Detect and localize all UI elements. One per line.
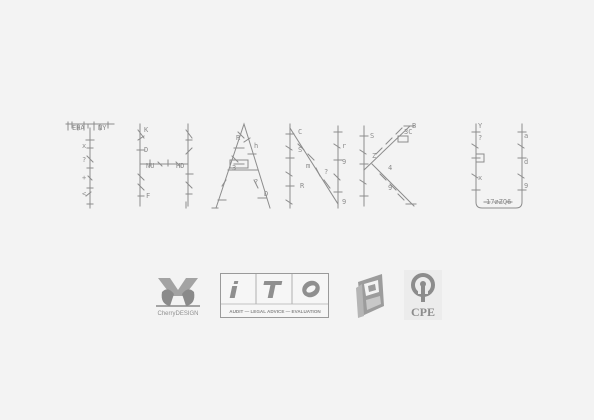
svg-text:<: < [82,190,86,198]
svg-text:Z: Z [372,152,376,160]
svg-text:x: x [478,174,482,182]
svg-text:d: d [524,158,528,166]
svg-text:+: + [82,174,86,182]
svg-text:NU: NU [146,162,154,170]
svg-text:?: ? [478,134,482,142]
letter-n [285,123,343,209]
cherry-design-logo: CherryDESIGN [156,278,200,317]
letter-a [211,122,271,209]
svg-text:S: S [298,146,302,154]
svg-text:9: 9 [342,158,346,166]
svg-text:m: m [306,162,310,170]
thank-you-slide: THANK U [0,0,594,420]
svg-text:NY: NY [98,124,107,132]
svg-text:D: D [264,190,268,198]
svg-text:9: 9 [342,198,346,206]
svg-text:EHA: EHA [72,124,85,132]
svg-text:Y: Y [478,122,483,130]
svg-text:?: ? [254,178,258,186]
svg-text:C: C [298,128,302,136]
svg-text:F: F [146,192,150,200]
letter-t [65,121,115,209]
ito-caption: AUDIT — LEGAL ADVICE — EVALUATION [229,309,321,314]
svg-text:HD: HD [176,162,184,170]
ito-logo: AUDIT — LEGAL ADVICE — EVALUATION [220,273,329,318]
svg-text:r: r [342,142,346,150]
svg-text:9: 9 [524,182,528,190]
svg-text:9: 9 [388,184,392,192]
svg-text:x: x [82,142,86,150]
svg-text:h: h [254,142,258,150]
svg-text:B: B [412,122,416,130]
svg-text:4: 4 [388,164,392,172]
svg-text:D: D [144,146,148,154]
cherry-design-text: CherryDESIGN [157,311,198,317]
svg-text:17zZQ6: 17zZQ6 [486,198,511,206]
svg-text:R: R [300,182,305,190]
svg-text:?: ? [324,168,328,176]
svg-text:?: ? [82,156,86,164]
svg-text:K: K [144,126,149,134]
cpe-logo: CPE [404,270,442,320]
headline-glyph-art: EHA NY x ? + < K D NU HD F R h 3 ? D C S… [65,121,528,209]
svg-text:S: S [370,132,374,140]
cpe-text: CPE [411,305,435,319]
pr-emblem-logo [356,274,384,318]
svg-text:3: 3 [232,164,236,172]
headline: THANK U [58,118,538,218]
svg-text:a: a [524,132,528,140]
